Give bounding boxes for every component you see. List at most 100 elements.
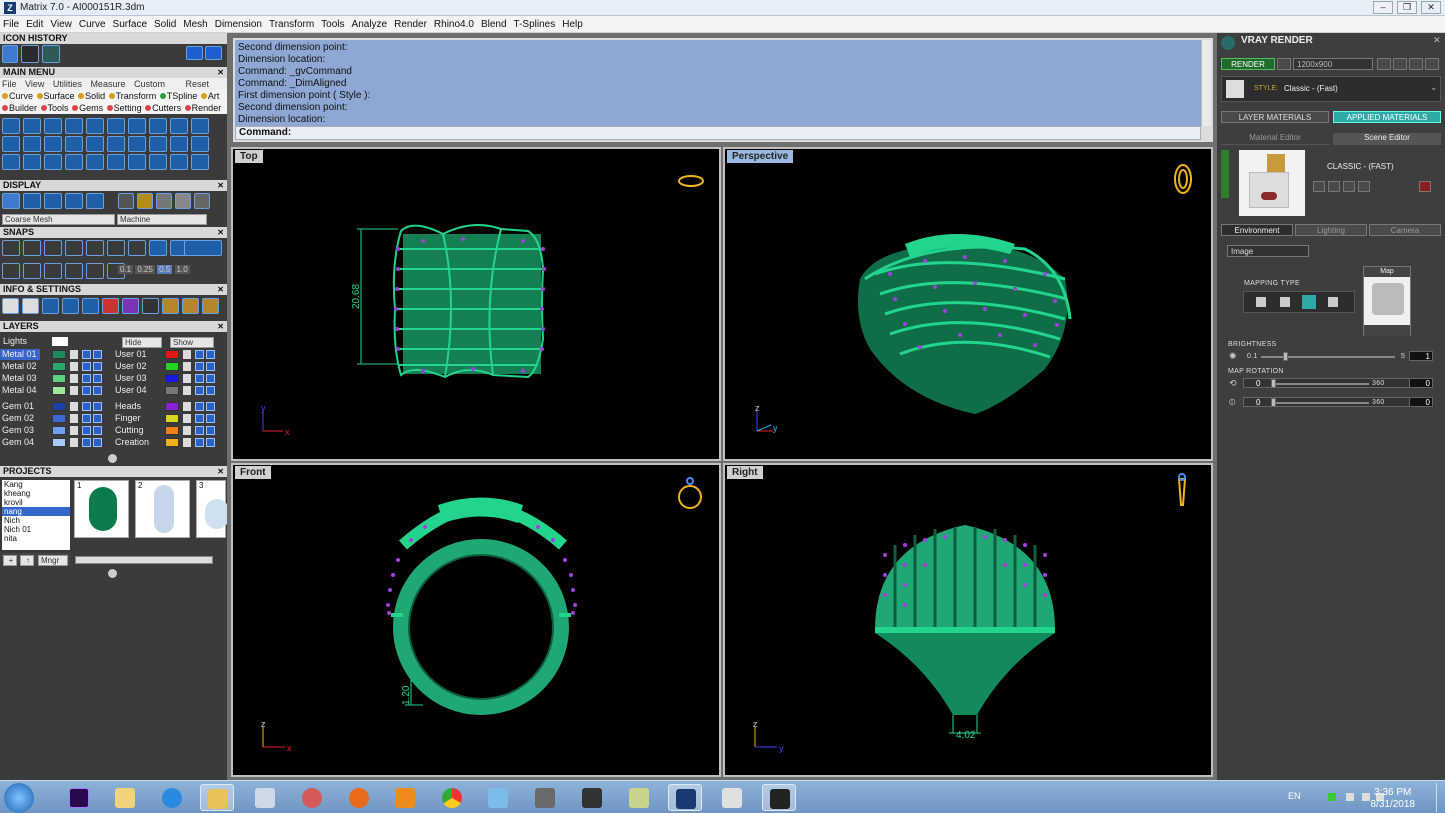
- tool-icon[interactable]: [65, 136, 83, 152]
- display-mode-icon[interactable]: [65, 193, 83, 209]
- menu-mesh[interactable]: Mesh: [183, 19, 207, 30]
- cat-art[interactable]: Art: [200, 91, 219, 101]
- layer-cutting[interactable]: Cutting: [115, 425, 144, 436]
- layer-color-swatch[interactable]: [52, 350, 66, 359]
- vray-tool-icon[interactable]: [1409, 58, 1423, 70]
- info-icon[interactable]: [62, 298, 79, 314]
- taskbar-app[interactable]: [575, 784, 609, 811]
- lights-swatch[interactable]: [52, 337, 68, 346]
- taskbar-premiere[interactable]: [62, 784, 96, 811]
- select-toggle[interactable]: [206, 374, 215, 383]
- layer-color-swatch[interactable]: [165, 386, 179, 395]
- material-editor-tab[interactable]: Material Editor: [1221, 133, 1329, 145]
- select-toggle[interactable]: [93, 402, 102, 411]
- layer-gem-03[interactable]: Gem 03: [2, 425, 34, 436]
- layer-materials-tab[interactable]: LAYER MATERIALS: [1221, 111, 1329, 123]
- viewport-right[interactable]: 4.02 z y Right: [723, 463, 1213, 777]
- menu-edit[interactable]: Edit: [26, 19, 43, 30]
- tool-icon[interactable]: [2, 154, 20, 170]
- layer-color-swatch[interactable]: [52, 386, 66, 395]
- info-icon[interactable]: [142, 298, 159, 314]
- lock-icon[interactable]: [70, 350, 78, 359]
- collapse-layers-icon[interactable]: [108, 454, 117, 463]
- visibility-toggle[interactable]: [82, 374, 91, 383]
- layer-color-swatch[interactable]: [165, 414, 179, 423]
- rotation-v-slider[interactable]: [1271, 402, 1369, 404]
- tool-icon[interactable]: [86, 136, 104, 152]
- vray-tool-icon[interactable]: [1393, 58, 1407, 70]
- lock-icon[interactable]: [183, 426, 191, 435]
- cat-builder[interactable]: Builder: [2, 103, 37, 113]
- command-scrollbar[interactable]: [1201, 40, 1211, 126]
- snap-icon[interactable]: [107, 240, 125, 256]
- up-project-button[interactable]: ↑: [20, 555, 34, 566]
- visibility-toggle[interactable]: [195, 374, 204, 383]
- visibility-toggle[interactable]: [195, 386, 204, 395]
- select-toggle[interactable]: [206, 426, 215, 435]
- brightness-value[interactable]: 1: [1409, 351, 1433, 361]
- display-mode-icon[interactable]: [2, 193, 20, 209]
- taskbar-app[interactable]: [528, 784, 562, 811]
- cat-curve[interactable]: Curve: [2, 91, 33, 101]
- menu-dimension[interactable]: Dimension: [215, 19, 262, 30]
- rotation-h-slider[interactable]: [1271, 383, 1369, 385]
- lock-icon[interactable]: [183, 350, 191, 359]
- mesh-quality-dropdown[interactable]: Coarse Mesh: [2, 214, 115, 225]
- tab-view[interactable]: View: [25, 79, 44, 89]
- layer-color-swatch[interactable]: [165, 362, 179, 371]
- collapse-projects-icon[interactable]: [108, 569, 117, 578]
- snap-icon[interactable]: [128, 240, 146, 256]
- history-icon-2[interactable]: [21, 45, 39, 63]
- tool-icon[interactable]: [149, 154, 167, 170]
- info-icon[interactable]: [2, 298, 19, 314]
- applied-materials-tab[interactable]: APPLIED MATERIALS: [1333, 111, 1441, 123]
- tool-icon[interactable]: [128, 154, 146, 170]
- layer-color-swatch[interactable]: [52, 374, 66, 383]
- viewport-top[interactable]: 20.68 y x Top: [231, 147, 721, 461]
- snap-icon[interactable]: [86, 240, 104, 256]
- tool-icon[interactable]: [44, 118, 62, 134]
- lock-icon[interactable]: [70, 414, 78, 423]
- project-item[interactable]: Nich: [2, 516, 70, 525]
- taskbar-matrix[interactable]: [668, 784, 702, 811]
- layer-gem-01[interactable]: Gem 01: [2, 401, 34, 412]
- visibility-toggle[interactable]: [195, 426, 204, 435]
- layer-user-04[interactable]: User 04: [115, 385, 147, 396]
- vray-tool-icon[interactable]: [1425, 58, 1439, 70]
- lock-icon[interactable]: [70, 374, 78, 383]
- scene-editor-tab[interactable]: Scene Editor: [1333, 133, 1441, 145]
- rotation-h-slider-knob[interactable]: [1271, 379, 1276, 388]
- menu-surface[interactable]: Surface: [113, 19, 147, 30]
- network-icon[interactable]: [1362, 793, 1370, 801]
- taskbar-snipping[interactable]: [295, 784, 329, 811]
- rotation-h-value[interactable]: 0: [1409, 378, 1433, 388]
- lock-icon[interactable]: [70, 362, 78, 371]
- cat-render[interactable]: Render: [184, 103, 221, 113]
- snap-1.0[interactable]: 1.0: [174, 265, 190, 274]
- tool-icon[interactable]: [107, 136, 125, 152]
- cat-cutters[interactable]: Cutters: [145, 103, 181, 113]
- taskbar-chrome[interactable]: [435, 784, 469, 811]
- show-desktop-button[interactable]: [1436, 783, 1445, 812]
- info-icon[interactable]: [102, 298, 119, 314]
- taskbar-media[interactable]: [388, 784, 422, 811]
- rotation-v-slider-knob[interactable]: [1271, 398, 1276, 407]
- show-dropdown[interactable]: Show: [170, 337, 214, 348]
- history-icon-1[interactable]: [2, 45, 18, 63]
- select-toggle[interactable]: [93, 374, 102, 383]
- lock-icon[interactable]: [183, 362, 191, 371]
- tab-custom[interactable]: Custom: [134, 79, 165, 89]
- visibility-toggle[interactable]: [195, 362, 204, 371]
- select-toggle[interactable]: [93, 350, 102, 359]
- tool-icon[interactable]: [23, 154, 41, 170]
- tool-icon[interactable]: [2, 136, 20, 152]
- preset-tool-icon[interactable]: [1358, 181, 1370, 192]
- menu-transform[interactable]: Transform: [269, 19, 314, 30]
- select-toggle[interactable]: [93, 426, 102, 435]
- preset-tool-icon[interactable]: [1328, 181, 1340, 192]
- menu-file[interactable]: File: [3, 19, 19, 30]
- viewport-label-perspective[interactable]: Perspective: [727, 150, 794, 163]
- tab-measure[interactable]: Measure: [90, 79, 125, 89]
- tool-icon[interactable]: [23, 136, 41, 152]
- tool-icon[interactable]: [170, 136, 188, 152]
